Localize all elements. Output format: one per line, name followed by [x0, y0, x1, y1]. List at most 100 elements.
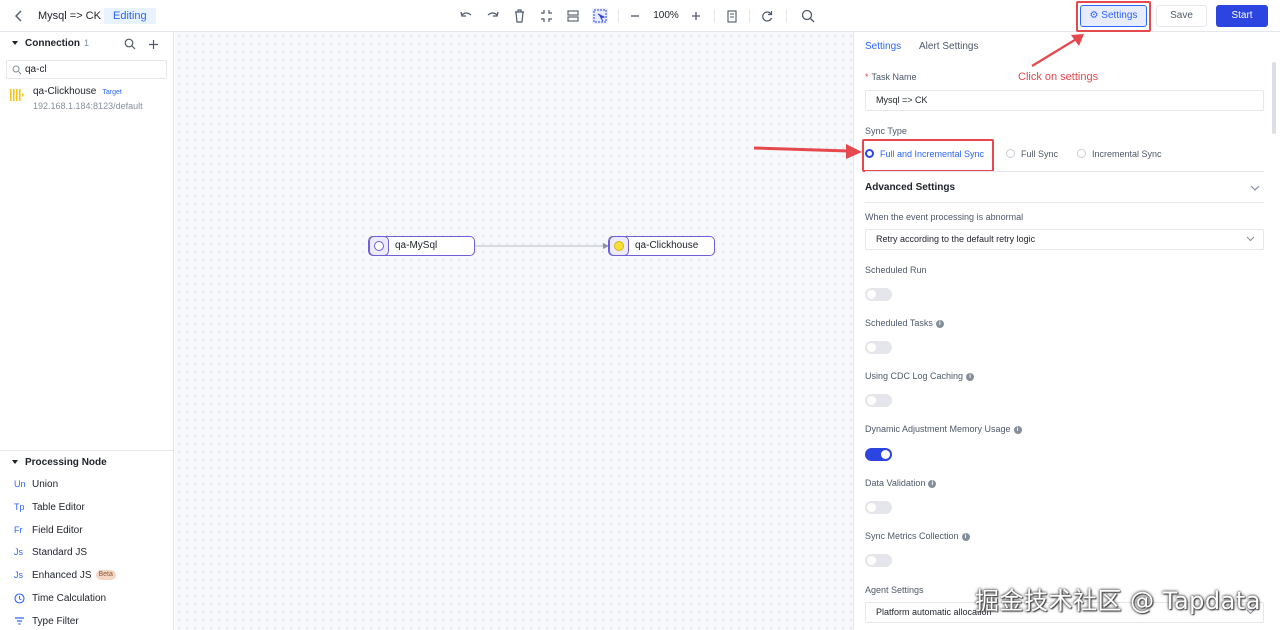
processing-item-table-editor[interactable]: Tp Table Editor: [14, 499, 85, 515]
processing-item-standard-js[interactable]: Js Standard JS: [14, 544, 87, 560]
js-icon: Js: [14, 570, 23, 580]
toggle-knob: [867, 396, 876, 405]
select-mode-icon[interactable]: [592, 8, 608, 24]
task-name-label: * Task Name: [865, 72, 917, 82]
settings-panel: Settings Alert Settings * Task Name Mysql…: [853, 32, 1280, 630]
memory-toggle[interactable]: [865, 448, 892, 461]
node-label: qa-Clickhouse: [635, 240, 699, 251]
clickhouse-node-icon: [609, 236, 629, 256]
required-mark: *: [865, 72, 869, 82]
memory-label: Dynamic Adjustment Memory Usage i: [865, 424, 1022, 434]
section-divider: [865, 171, 1264, 172]
toolbar-divider: [714, 9, 715, 23]
radio-dot-icon: [1006, 149, 1015, 159]
radio-full-sync[interactable]: Full Sync: [1006, 148, 1058, 160]
js-icon: Js: [14, 547, 23, 557]
info-icon[interactable]: i: [928, 479, 937, 488]
scheduled-run-label: Scheduled Run: [865, 265, 927, 275]
scheduled-tasks-toggle[interactable]: [865, 341, 892, 354]
back-arrow-icon[interactable]: [14, 8, 28, 24]
zoom-level: 100%: [653, 10, 679, 21]
validation-label: Data Validation i: [865, 478, 937, 488]
scrollbar[interactable]: [1272, 62, 1276, 134]
toolbar-divider: [786, 9, 787, 23]
processing-item-enhanced-js[interactable]: Js Enhanced JS Beta: [14, 567, 116, 583]
search-icon[interactable]: [801, 8, 815, 24]
auto-layout-icon[interactable]: [566, 8, 580, 24]
section-divider: [865, 202, 1264, 203]
validation-toggle[interactable]: [865, 501, 892, 514]
sync-type-label: Sync Type: [865, 126, 907, 136]
save-button[interactable]: Save: [1156, 5, 1207, 27]
radio-label: Incremental Sync: [1092, 149, 1162, 159]
radio-incremental-sync[interactable]: Incremental Sync: [1077, 148, 1162, 160]
radio-dot-icon: [1077, 149, 1086, 159]
info-icon[interactable]: i: [966, 372, 975, 381]
info-icon[interactable]: i: [935, 319, 944, 328]
top-toolbar: Mysql => CK Editing 100% ⚙ Settings Save: [0, 0, 1280, 32]
redo-icon[interactable]: [486, 8, 500, 24]
agent-settings-label: Agent Settings: [865, 585, 924, 595]
clock-icon: [14, 590, 28, 606]
processing-item-type-filter[interactable]: Type Filter: [14, 613, 79, 629]
cdc-log-label: Using CDC Log Caching i: [865, 371, 975, 381]
cdc-log-toggle[interactable]: [865, 394, 892, 407]
info-icon[interactable]: i: [1013, 425, 1022, 434]
scheduled-run-toggle[interactable]: [865, 288, 892, 301]
field-editor-icon: Fr: [14, 525, 23, 535]
metrics-toggle[interactable]: [865, 554, 892, 567]
task-title: Mysql => CK: [38, 10, 101, 22]
mysql-node-icon: [369, 236, 389, 256]
validation-label-text: Data Validation: [865, 478, 926, 488]
processing-item-label: Enhanced JS: [32, 570, 92, 581]
zoom-out-icon[interactable]: [629, 8, 641, 24]
toggle-knob: [881, 450, 890, 459]
delete-icon[interactable]: [513, 8, 526, 24]
tab-settings[interactable]: Settings: [865, 41, 901, 52]
target-tag: Target: [102, 89, 122, 96]
source-node[interactable]: qa-MySql: [368, 236, 475, 256]
search-icon: [12, 64, 22, 81]
clipboard-icon[interactable]: [726, 8, 738, 24]
connection-section-header[interactable]: Connection 1: [12, 38, 89, 49]
dag-canvas[interactable]: qa-MySql qa-Clickhouse: [175, 32, 853, 630]
connection-actions: [124, 37, 159, 53]
fit-view-icon[interactable]: [540, 8, 553, 24]
toggle-knob: [867, 290, 876, 299]
edge-layer: [475, 243, 609, 249]
advanced-settings-header[interactable]: Advanced Settings: [865, 182, 955, 193]
filter-icon: [14, 613, 28, 629]
target-node[interactable]: qa-Clickhouse: [608, 236, 715, 256]
processing-item-field-editor[interactable]: Fr Field Editor: [14, 522, 83, 538]
status-badge: Editing: [104, 8, 156, 24]
clickhouse-logo-icon: [10, 89, 24, 101]
abnormal-label: When the event processing is abnormal: [865, 212, 1024, 222]
table-editor-icon: Tp: [14, 502, 25, 512]
toggle-knob: [867, 556, 876, 565]
start-button[interactable]: Start: [1216, 5, 1268, 27]
toolbar-divider: [618, 9, 619, 23]
abnormal-select[interactable]: Retry according to the default retry log…: [865, 229, 1264, 250]
toolbar-divider: [749, 9, 750, 23]
tab-alert-settings[interactable]: Alert Settings: [919, 41, 978, 52]
processing-item-time-calculation[interactable]: Time Calculation: [14, 590, 106, 606]
scheduled-tasks-label-text: Scheduled Tasks: [865, 318, 933, 328]
undo-icon[interactable]: [459, 8, 473, 24]
connection-count: 1: [84, 38, 90, 48]
section-divider: [0, 450, 174, 451]
processing-item-label: Type Filter: [32, 616, 79, 627]
toggle-knob: [867, 503, 876, 512]
connection-search-input[interactable]: qa-cl: [6, 60, 167, 79]
metrics-label-text: Sync Metrics Collection: [865, 531, 959, 541]
search-value: qa-cl: [25, 64, 47, 75]
search-icon[interactable]: [124, 37, 136, 53]
add-connection-icon[interactable]: [148, 37, 159, 53]
refresh-icon[interactable]: [760, 8, 774, 24]
processing-section-header[interactable]: Processing Node: [12, 457, 107, 468]
chevron-down-icon: [1246, 236, 1255, 242]
chevron-down-icon[interactable]: [1250, 184, 1260, 192]
zoom-in-icon[interactable]: [690, 8, 702, 24]
task-name-input[interactable]: Mysql => CK: [865, 90, 1264, 111]
info-icon[interactable]: i: [961, 532, 970, 541]
processing-item-union[interactable]: Un Union: [14, 476, 58, 492]
